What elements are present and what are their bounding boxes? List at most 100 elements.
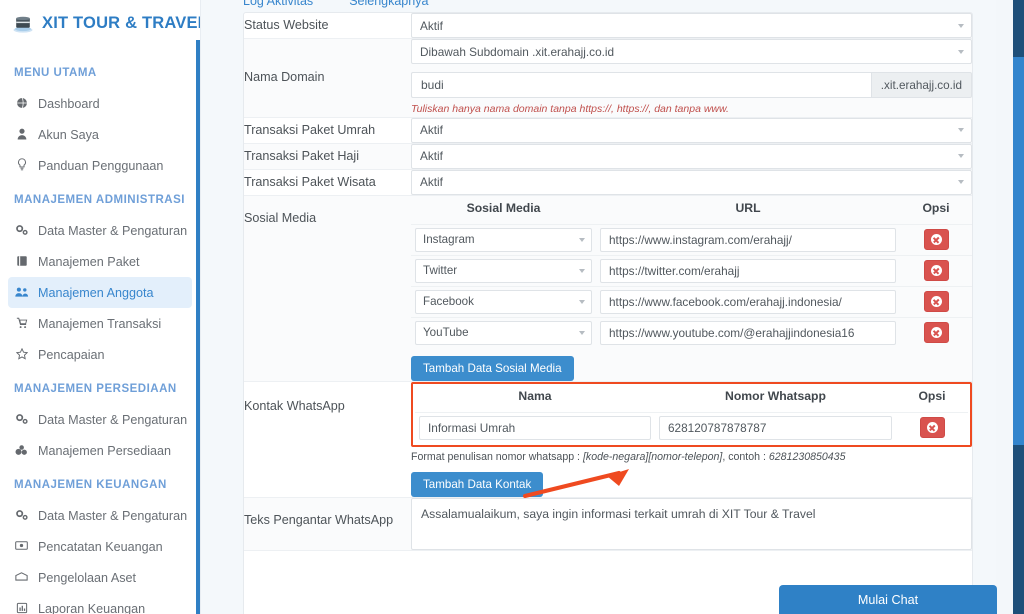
chevron-down-icon	[958, 180, 964, 185]
sidebar-item-label: Pencapaian	[38, 347, 105, 362]
sidebar-item-manajemen-paket[interactable]: Manajemen Paket	[8, 246, 192, 277]
table-row: Instagram	[411, 224, 972, 255]
select-value: Instagram	[423, 233, 475, 247]
table-row: Transaksi Paket Umrah Aktif	[244, 117, 972, 144]
select-value: Aktif	[420, 149, 443, 164]
sidebar: XIT TOUR & TRAVEL MENU UTAMA Dashboard A…	[0, 0, 201, 614]
sosial-media-url-input[interactable]	[600, 320, 896, 345]
teks-pengantar-textarea[interactable]: Assalamualaikum, saya ingin informasi te…	[411, 498, 972, 551]
tab-selengkapnya[interactable]: Selengkapnya	[349, 0, 428, 8]
boxes-icon	[14, 444, 29, 458]
help-mid: , contoh :	[722, 450, 769, 463]
field-label: Kontak WhatsApp	[244, 398, 345, 413]
sidebar-item-pencatatan-keuangan[interactable]: Pencatatan Keuangan	[8, 531, 192, 562]
transaksi-haji-select[interactable]: Aktif	[411, 143, 972, 169]
add-kontak-button[interactable]: Tambah Data Kontak	[411, 472, 544, 498]
add-sosial-media-button[interactable]: Tambah Data Sosial Media	[411, 355, 574, 381]
sosial-media-url-input[interactable]	[600, 289, 896, 314]
table-row: Twitter	[411, 255, 972, 286]
chat-launcher-button[interactable]: Mulai Chat	[779, 585, 997, 614]
chevron-down-icon	[958, 23, 964, 28]
sidebar-item-label: Laporan Keuangan	[38, 601, 146, 614]
chevron-down-icon	[958, 49, 964, 54]
nama-domain-select[interactable]: Dibawah Subdomain .xit.erahajj.co.id	[411, 39, 972, 64]
kontak-whatsapp-table: Nama Nomor Whatsapp Opsi	[415, 384, 968, 443]
field-label: Transaksi Paket Haji	[244, 148, 360, 163]
kaaba-icon	[12, 12, 34, 34]
field-label: Transaksi Paket Umrah	[244, 122, 376, 137]
sidebar-item-akun-saya[interactable]: Akun Saya	[8, 119, 192, 150]
sidebar-item-manajemen-anggota[interactable]: Manajemen Anggota	[8, 277, 192, 308]
sosial-media-platform-select[interactable]: YouTube	[415, 320, 592, 345]
select-value: Dibawah Subdomain .xit.erahajj.co.id	[420, 44, 615, 59]
globe-icon	[14, 97, 29, 111]
kontak-whatsapp-highlight: Nama Nomor Whatsapp Opsi	[411, 381, 972, 447]
sidebar-item-label: Manajemen Transaksi	[38, 316, 162, 331]
close-circle-icon	[930, 327, 942, 339]
table-row: YouTube	[411, 317, 972, 348]
page-scrollbar-thumb[interactable]	[1013, 57, 1024, 445]
delete-row-button[interactable]	[923, 229, 949, 251]
col-header-nomor: Nomor Whatsapp	[725, 388, 826, 403]
domain-name-input[interactable]	[411, 72, 871, 98]
help-prefix: Format penulisan nomor whatsapp :	[411, 450, 583, 463]
sidebar-item-label: Panduan Penggunaan	[38, 158, 164, 173]
sidebar-item-label: Dashboard	[38, 96, 100, 111]
sidebar-item-pengelolaan-aset[interactable]: Pengelolaan Aset	[8, 562, 192, 593]
sosial-media-platform-select[interactable]: Instagram	[415, 227, 592, 252]
sidebar-menu: MENU UTAMA Dashboard Akun Saya Panduan P…	[0, 46, 200, 614]
gears-icon	[14, 413, 29, 427]
chevron-down-icon	[579, 299, 585, 304]
sidebar-item-pencapaian[interactable]: Pencapaian	[8, 339, 192, 370]
sidebar-item-data-master-persediaan[interactable]: Data Master & Pengaturan	[8, 404, 192, 435]
table-row: Sosial Media Sosial Media URL Opsi Insta…	[244, 195, 972, 382]
table-header-row: Nama Nomor Whatsapp Opsi	[415, 384, 968, 413]
table-row: Teks Pengantar WhatsApp Assalamualaikum,…	[244, 497, 972, 551]
sosial-media-table-wrap: Sosial Media URL Opsi Instagram https://…	[411, 196, 972, 381]
sosial-media-platform-select[interactable]: Facebook	[415, 289, 592, 314]
sidebar-item-dashboard[interactable]: Dashboard	[8, 88, 192, 119]
book-icon	[14, 255, 29, 269]
tab-log-aktivitas[interactable]: Log Aktivitas	[243, 0, 313, 8]
sosial-media-url-input[interactable]	[600, 258, 896, 283]
table-row: Transaksi Paket Haji Aktif	[244, 143, 972, 170]
menu-group-header-1: MANAJEMEN ADMINISTRASI	[14, 194, 185, 206]
kontak-nama-input[interactable]	[419, 415, 651, 440]
field-label: Teks Pengantar WhatsApp	[244, 513, 394, 528]
sidebar-item-panduan-penggunaan[interactable]: Panduan Penggunaan	[8, 150, 192, 181]
select-value: Facebook	[423, 295, 474, 309]
delete-row-button[interactable]	[923, 322, 949, 344]
content-scroll-area: Log Aktivitas Selengkapnya Status Websit…	[201, 0, 996, 614]
delete-row-button[interactable]	[919, 417, 945, 439]
status-website-select[interactable]: Aktif	[411, 13, 972, 38]
sosial-media-url-input[interactable]	[600, 227, 896, 252]
star-icon	[14, 347, 29, 362]
table-header-row: Sosial Media URL Opsi	[411, 196, 972, 225]
sidebar-item-laporan-keuangan[interactable]: Laporan Keuangan	[8, 593, 192, 614]
sidebar-item-label: Manajemen Persediaan	[38, 443, 172, 458]
table-row: Status Website Aktif	[244, 13, 972, 39]
brand-header[interactable]: XIT TOUR & TRAVEL	[0, 0, 200, 46]
select-value: Aktif	[420, 123, 443, 138]
delete-row-button[interactable]	[923, 291, 949, 313]
sidebar-item-data-master-keuangan[interactable]: Data Master & Pengaturan	[8, 500, 192, 531]
transaksi-umrah-select[interactable]: Aktif	[411, 117, 972, 143]
sidebar-item-data-master-administrasi[interactable]: Data Master & Pengaturan	[8, 215, 192, 246]
menu-group-header-0: MENU UTAMA	[14, 67, 97, 79]
domain-input-group: .xit.erahajj.co.id	[411, 72, 972, 98]
domain-help-text: Tuliskan hanya nama domain tanpa https:/…	[411, 103, 729, 115]
delete-row-button[interactable]	[923, 260, 949, 282]
chevron-down-icon	[958, 128, 964, 133]
sidebar-item-manajemen-transaksi[interactable]: Manajemen Transaksi	[8, 308, 192, 339]
sidebar-item-manajemen-persediaan[interactable]: Manajemen Persediaan	[8, 435, 192, 466]
field-label: Nama Domain	[244, 70, 325, 85]
select-value: YouTube	[423, 326, 469, 340]
sosial-media-platform-select[interactable]: Twitter	[415, 258, 592, 283]
field-label: Sosial Media	[244, 210, 317, 225]
menu-group-header-2: MANAJEMEN PERSEDIAAN	[14, 383, 177, 395]
chat-launcher-label: Mulai Chat	[857, 592, 919, 607]
sidebar-item-label: Data Master & Pengaturan	[38, 508, 188, 523]
transaksi-wisata-select[interactable]: Aktif	[411, 169, 972, 195]
col-header-url: URL	[735, 200, 761, 215]
kontak-nomor-input[interactable]	[659, 415, 892, 440]
